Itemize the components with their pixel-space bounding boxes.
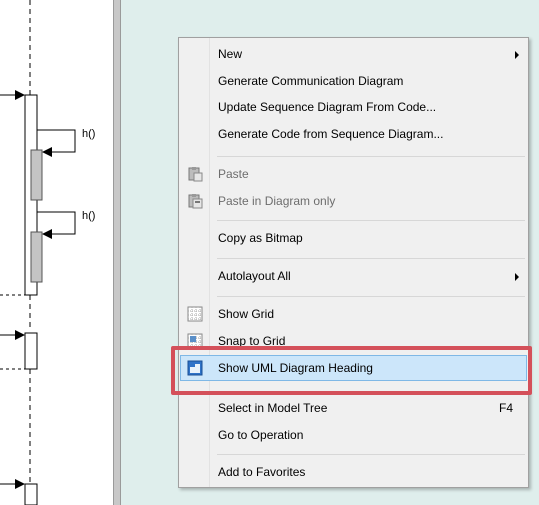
menu-item-select-in-model-tree[interactable]: Select in Model Tree F4: [180, 395, 527, 421]
menu-item-label: Go to Operation: [218, 428, 304, 442]
clipboard-icon: [188, 167, 203, 182]
arrow-head-icon: [15, 90, 25, 100]
menu-item-label: Update Sequence Diagram From Code...: [218, 100, 437, 114]
menu-item-snap-to-grid[interactable]: Snap to Grid: [180, 328, 527, 354]
menu-item-new[interactable]: New: [180, 41, 527, 67]
menu-item-label: Generate Communication Diagram: [218, 74, 404, 88]
self-call-message: [37, 129, 76, 153]
menu-item-label: Select in Model Tree: [218, 401, 328, 415]
nested-activation[interactable]: [30, 231, 43, 283]
menu-item-generate-communication-diagram[interactable]: Generate Communication Diagram: [180, 68, 527, 94]
shortcut-label: F4: [498, 401, 513, 415]
splitter[interactable]: [113, 0, 121, 505]
message-label: h(): [82, 210, 95, 222]
menu-item-paste[interactable]: Paste: [180, 161, 527, 187]
menu-separator: [217, 296, 525, 297]
menu-item-update-sequence-diagram[interactable]: Update Sequence Diagram From Code...: [180, 94, 527, 120]
menu-item-label: Paste in Diagram only: [218, 194, 336, 208]
menu-item-autolayout-all[interactable]: Autolayout All: [180, 263, 527, 289]
menu-separator: [217, 454, 525, 455]
menu-separator: [217, 220, 525, 221]
self-call-message: [37, 211, 76, 235]
sequence-diagram: h() h(): [0, 0, 95, 505]
activation-bar[interactable]: [24, 483, 38, 505]
activation-bar[interactable]: [24, 332, 38, 370]
grid-icon: [187, 306, 203, 322]
arrow-head-icon: [42, 229, 52, 239]
menu-separator: [217, 392, 525, 393]
menu-item-label: New: [218, 47, 243, 61]
menu-item-label: Autolayout All: [218, 269, 291, 283]
submenu-arrow-icon: [515, 51, 519, 59]
menu-item-add-to-favorites[interactable]: Add to Favorites: [180, 459, 527, 485]
clipboard-diagram-icon: [188, 194, 203, 209]
menu-item-generate-code[interactable]: Generate Code from Sequence Diagram...: [180, 121, 527, 147]
context-menu: New Generate Communication Diagram Updat…: [178, 37, 529, 488]
arrow-head-icon: [42, 147, 52, 157]
menu-item-copy-as-bitmap[interactable]: Copy as Bitmap: [180, 225, 527, 251]
menu-item-label: Add to Favorites: [218, 465, 306, 479]
menu-item-label: Generate Code from Sequence Diagram...: [218, 127, 444, 141]
nested-activation[interactable]: [30, 149, 43, 201]
menu-separator: [217, 156, 525, 157]
snap-grid-icon: [187, 333, 203, 349]
menu-item-go-to-operation[interactable]: Go to Operation: [180, 422, 527, 448]
message-label: h(): [82, 128, 95, 140]
menu-item-label: Paste: [218, 167, 249, 181]
menu-item-label: Snap to Grid: [218, 334, 286, 348]
arrow-head-icon: [15, 330, 25, 340]
menu-item-label: Show UML Diagram Heading: [218, 361, 373, 375]
menu-separator: [217, 258, 525, 259]
menu-item-show-uml-diagram-heading[interactable]: Show UML Diagram Heading: [180, 355, 527, 381]
diagram-heading-icon: [187, 360, 203, 376]
menu-item-label: Show Grid: [218, 307, 275, 321]
arrow-head-icon: [15, 479, 25, 489]
submenu-arrow-icon: [515, 273, 519, 281]
diagram-canvas[interactable]: h() h(): [0, 0, 113, 505]
menu-item-paste-in-diagram-only[interactable]: Paste in Diagram only: [180, 188, 527, 214]
menu-item-show-grid[interactable]: Show Grid: [180, 301, 527, 327]
menu-item-label: Copy as Bitmap: [218, 231, 303, 245]
